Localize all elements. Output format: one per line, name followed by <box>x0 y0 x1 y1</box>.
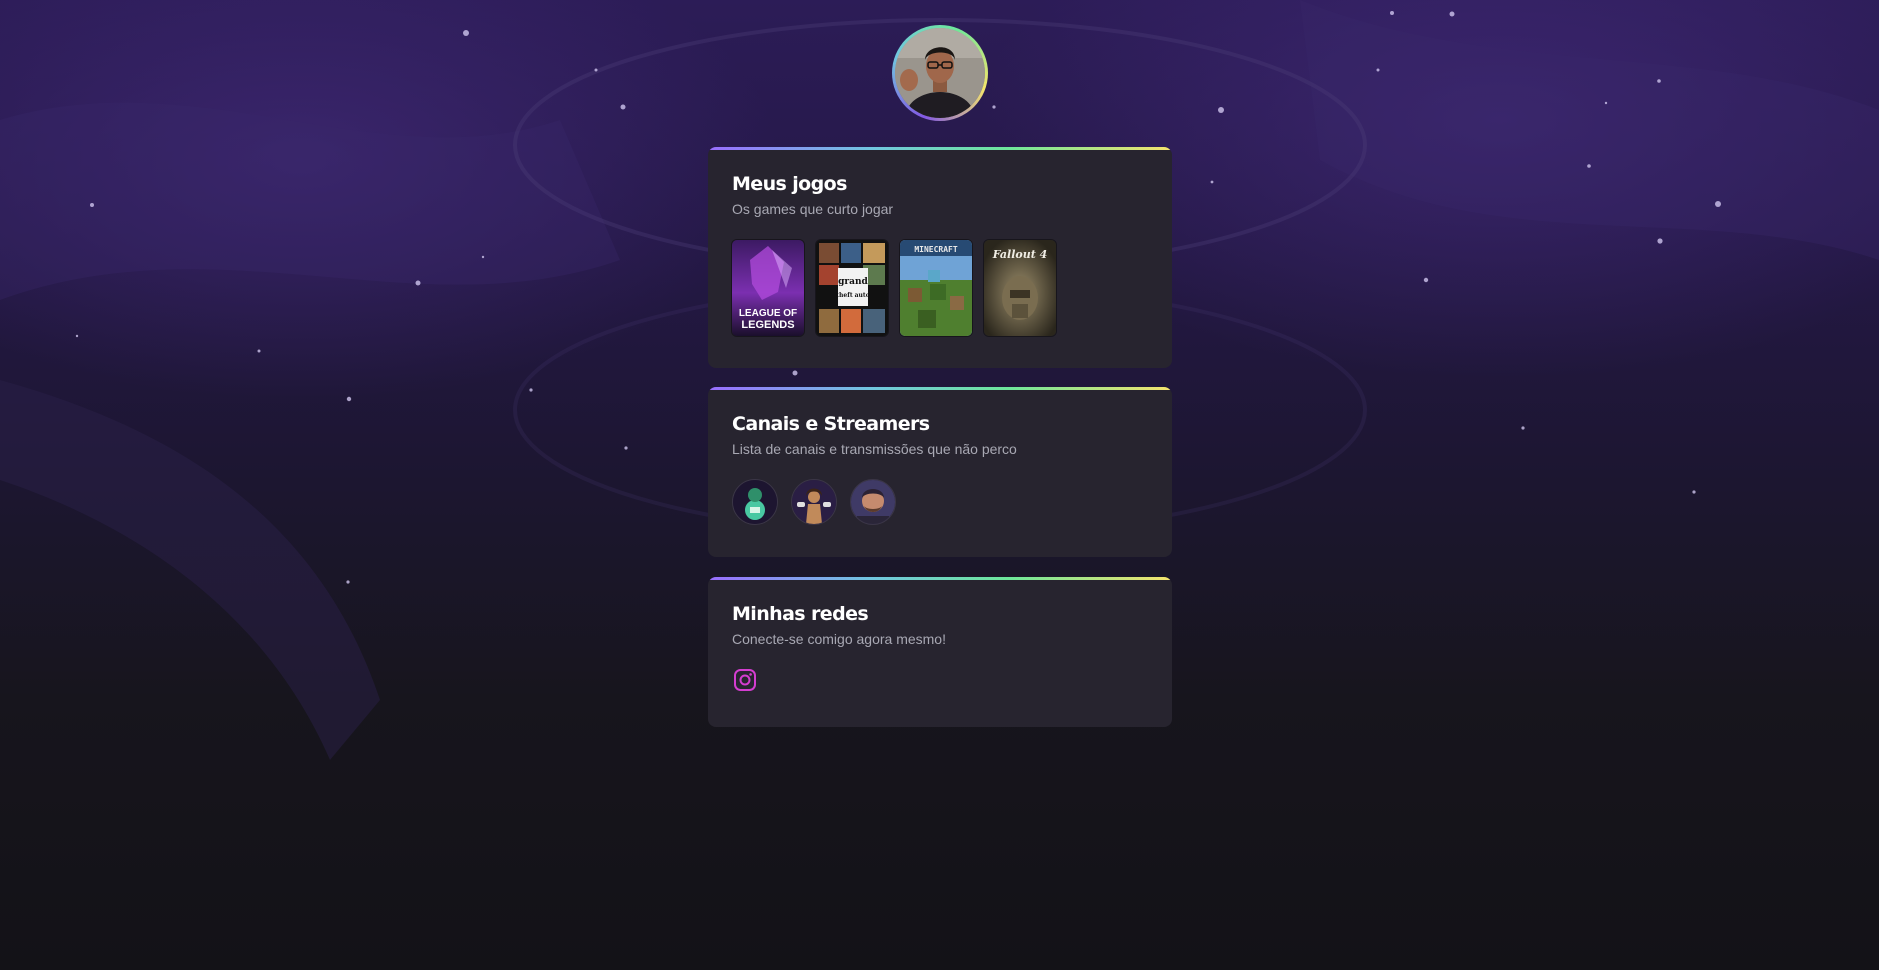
streamer-avatar-2[interactable] <box>791 479 837 525</box>
socials-title: Minhas redes <box>732 603 869 625</box>
instagram-icon[interactable] <box>732 667 758 693</box>
lol-cover-text: LEAGUE OF <box>739 308 797 319</box>
game-cover-league-of-legends[interactable]: LEAGUE OF LEGENDS <box>732 240 804 336</box>
games-list: LEAGUE OF LEGENDS grand theft auto MINEC… <box>732 240 1148 336</box>
games-subtitle: Os games que curto jogar <box>732 201 894 217</box>
socials-subtitle: Conecte-se comigo agora mesmo! <box>732 631 946 647</box>
streamer-avatar-1[interactable] <box>732 479 778 525</box>
streamers-subtitle: Lista de canais e transmissões que não p… <box>732 441 1017 457</box>
socials-list <box>732 667 1148 695</box>
lol-cover-text-2: LEGENDS <box>741 319 794 331</box>
minecraft-cover-text: MINECRAFT <box>914 245 958 254</box>
fallout-cover-text: Fallout 4 <box>992 248 1048 261</box>
games-card: Meus jogos Os games que curto jogar LEAG… <box>708 147 1172 368</box>
streamers-list <box>732 479 1148 525</box>
gta-cover-text-2: theft auto <box>836 292 869 299</box>
profile-avatar <box>892 25 988 121</box>
gta-cover-text: grand <box>838 277 868 287</box>
streamers-title: Canais e Streamers <box>732 413 930 435</box>
socials-card: Minhas redes Conecte-se comigo agora mes… <box>708 577 1172 727</box>
streamer-avatar-3[interactable] <box>850 479 896 525</box>
game-cover-fallout-4[interactable]: Fallout 4 <box>984 240 1056 336</box>
games-title: Meus jogos <box>732 173 847 195</box>
profile-photo <box>895 28 985 118</box>
game-cover-gta-v[interactable]: grand theft auto <box>816 240 888 336</box>
streamers-card: Canais e Streamers Lista de canais e tra… <box>708 387 1172 557</box>
game-cover-minecraft[interactable]: MINECRAFT <box>900 240 972 336</box>
